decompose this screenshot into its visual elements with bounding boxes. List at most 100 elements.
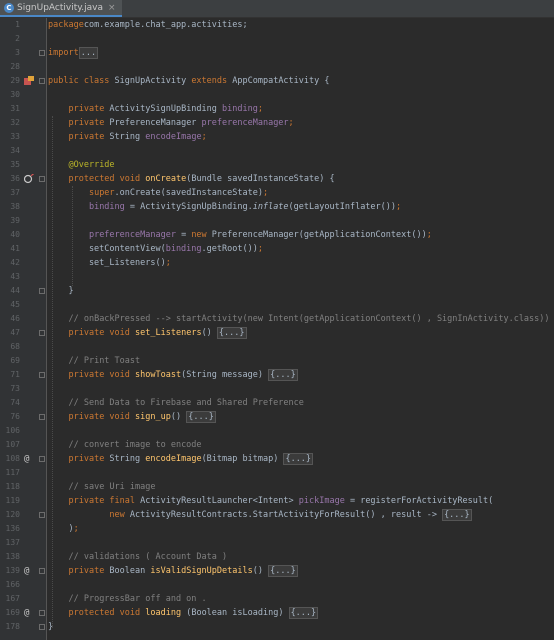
code-line[interactable]: 74 // Send Data to Firebase and Shared P…	[0, 396, 554, 410]
code-line[interactable]: 137	[0, 536, 554, 550]
code-line[interactable]: 178}	[0, 620, 554, 634]
code-token: private void	[68, 370, 130, 380]
code-line[interactable]: 169 @ protected void loading (Boolean isL…	[0, 606, 554, 620]
code-token: ;	[165, 258, 171, 268]
line-number: 39	[10, 216, 20, 225]
fold-marker-icon[interactable]	[39, 288, 45, 294]
code-line[interactable]: 37 super.onCreate(savedInstanceState);	[0, 186, 554, 200]
fold-marker-icon[interactable]	[39, 176, 45, 182]
code-editor[interactable]: 1 packagecom.example.chat_app.activities;…	[0, 18, 554, 640]
tab-signupactivity[interactable]: C SignUpActivity.java ×	[0, 0, 122, 17]
line-number: 35	[10, 160, 20, 169]
line-number: 33	[10, 132, 20, 141]
code-token: loading	[145, 608, 182, 618]
code-token: // ProgressBar off and on .	[68, 594, 207, 604]
annotation-gutter-icon[interactable]: @	[24, 566, 29, 576]
code-line[interactable]: 38 binding = ActivitySignUpBinding.infla…	[0, 200, 554, 214]
code-line[interactable]: 118 // save Uri image	[0, 480, 554, 494]
code-line[interactable]: 120 new ActivityResultContracts.StartAct…	[0, 508, 554, 522]
code-line[interactable]: 28	[0, 60, 554, 74]
code-line[interactable]: 73	[0, 382, 554, 396]
code-line[interactable]: 68	[0, 340, 554, 354]
code-line[interactable]: 43	[0, 270, 554, 284]
fold-marker-icon[interactable]	[39, 624, 45, 630]
line-number: 137	[5, 538, 20, 547]
code-token: ;	[396, 202, 402, 212]
fold-marker-icon[interactable]	[39, 512, 45, 518]
fold-marker-icon[interactable]	[39, 50, 45, 56]
code-text: );	[48, 522, 78, 536]
code-line[interactable]: 40 preferenceManager = new PreferenceMan…	[0, 228, 554, 242]
folded-code-region[interactable]: {...}	[268, 369, 298, 381]
code-line[interactable]: 1 packagecom.example.chat_app.activities;	[0, 18, 554, 32]
code-line[interactable]: 36 protected void onCreate(Bundle savedI…	[0, 172, 554, 186]
code-line[interactable]: 69 // Print Toast	[0, 354, 554, 368]
annotation-gutter-icon[interactable]: @	[24, 608, 29, 618]
code-line[interactable]: 33 private String encodeImage;	[0, 130, 554, 144]
folded-code-region[interactable]: {...}	[216, 327, 247, 339]
code-line[interactable]: 107 // convert image to encode	[0, 438, 554, 452]
code-line[interactable]: 166	[0, 578, 554, 592]
code-line[interactable]: 32 private PreferenceManager preferenceM…	[0, 116, 554, 130]
tab-title: SignUpActivity.java	[17, 2, 104, 13]
code-line[interactable]: 30	[0, 88, 554, 102]
fold-marker-icon[interactable]	[39, 78, 45, 84]
code-line[interactable]: 3 import...	[0, 46, 554, 60]
folded-code-region[interactable]: {...}	[186, 411, 216, 423]
fold-marker-icon[interactable]	[39, 330, 45, 336]
code-token: (Bundle savedInstanceState) {	[186, 174, 335, 184]
code-line[interactable]: 2	[0, 32, 554, 46]
fold-marker-icon[interactable]	[39, 372, 45, 378]
code-line[interactable]: 47 private void set_Listeners() {...}	[0, 326, 554, 340]
code-line[interactable]: 42 set_Listeners();	[0, 256, 554, 270]
line-number: 167	[5, 594, 20, 603]
folded-code-region[interactable]: {...}	[283, 453, 314, 465]
code-token: =	[175, 230, 192, 240]
line-number: 68	[10, 342, 20, 351]
code-token: ()	[170, 412, 187, 422]
code-text: private void showToast(String message) {…	[48, 368, 298, 382]
code-line[interactable]: 41 setContentView(binding.getRoot());	[0, 242, 554, 256]
code-line[interactable]: 34	[0, 144, 554, 158]
code-line[interactable]: 44 }	[0, 284, 554, 298]
code-token: private	[68, 566, 105, 576]
close-tab-icon[interactable]: ×	[108, 3, 116, 13]
line-number: 106	[5, 426, 20, 435]
java-class-icon: C	[4, 2, 14, 13]
line-number: 44	[10, 286, 20, 295]
code-line[interactable]: 71 private void showToast(String message…	[0, 368, 554, 382]
code-line[interactable]: 45	[0, 298, 554, 312]
code-line[interactable]: 117	[0, 466, 554, 480]
code-line[interactable]: 139 @ private Boolean isValidSignUpDetail…	[0, 564, 554, 578]
code-line[interactable]: 76 private void sign_up() {...}	[0, 410, 554, 424]
code-line[interactable]: 108 @ private String encodeImage(Bitmap b…	[0, 452, 554, 466]
code-text: binding = ActivitySignUpBinding.inflate(…	[48, 200, 401, 214]
code-line[interactable]: 106	[0, 424, 554, 438]
code-line[interactable]: 35 @Override	[0, 158, 554, 172]
code-line[interactable]: 46 // onBackPressed --> startActivity(ne…	[0, 312, 554, 326]
folded-code-region[interactable]: {...}	[268, 565, 298, 577]
code-token: ActivitySignUpBinding	[104, 104, 223, 114]
code-token: private final	[68, 496, 136, 506]
fold-marker-icon[interactable]	[39, 610, 45, 616]
code-line[interactable]: 136 );	[0, 522, 554, 536]
fold-marker-icon[interactable]	[39, 568, 45, 574]
code-line[interactable]: 29 public class SignUpActivity extends Ap…	[0, 74, 554, 88]
annotation-gutter-icon[interactable]: @	[24, 454, 29, 464]
code-text: private final ActivityResultLauncher<Int…	[48, 494, 493, 508]
line-number: 107	[5, 440, 20, 449]
line-number: 119	[5, 496, 20, 505]
code-line[interactable]: 31 private ActivitySignUpBinding binding…	[0, 102, 554, 116]
fold-marker-icon[interactable]	[39, 414, 45, 420]
folded-code-region[interactable]: {...}	[288, 607, 319, 619]
code-line[interactable]: 39	[0, 214, 554, 228]
code-line[interactable]: 138 // validations ( Account Data )	[0, 550, 554, 564]
folded-code-region[interactable]: ...	[78, 47, 99, 59]
folded-code-region[interactable]: {...}	[442, 509, 472, 521]
code-line[interactable]: 119 private final ActivityResultLauncher…	[0, 494, 554, 508]
fold-marker-icon[interactable]	[39, 456, 45, 462]
code-text: }	[48, 284, 73, 298]
code-line[interactable]: 167 // ProgressBar off and on .	[0, 592, 554, 606]
